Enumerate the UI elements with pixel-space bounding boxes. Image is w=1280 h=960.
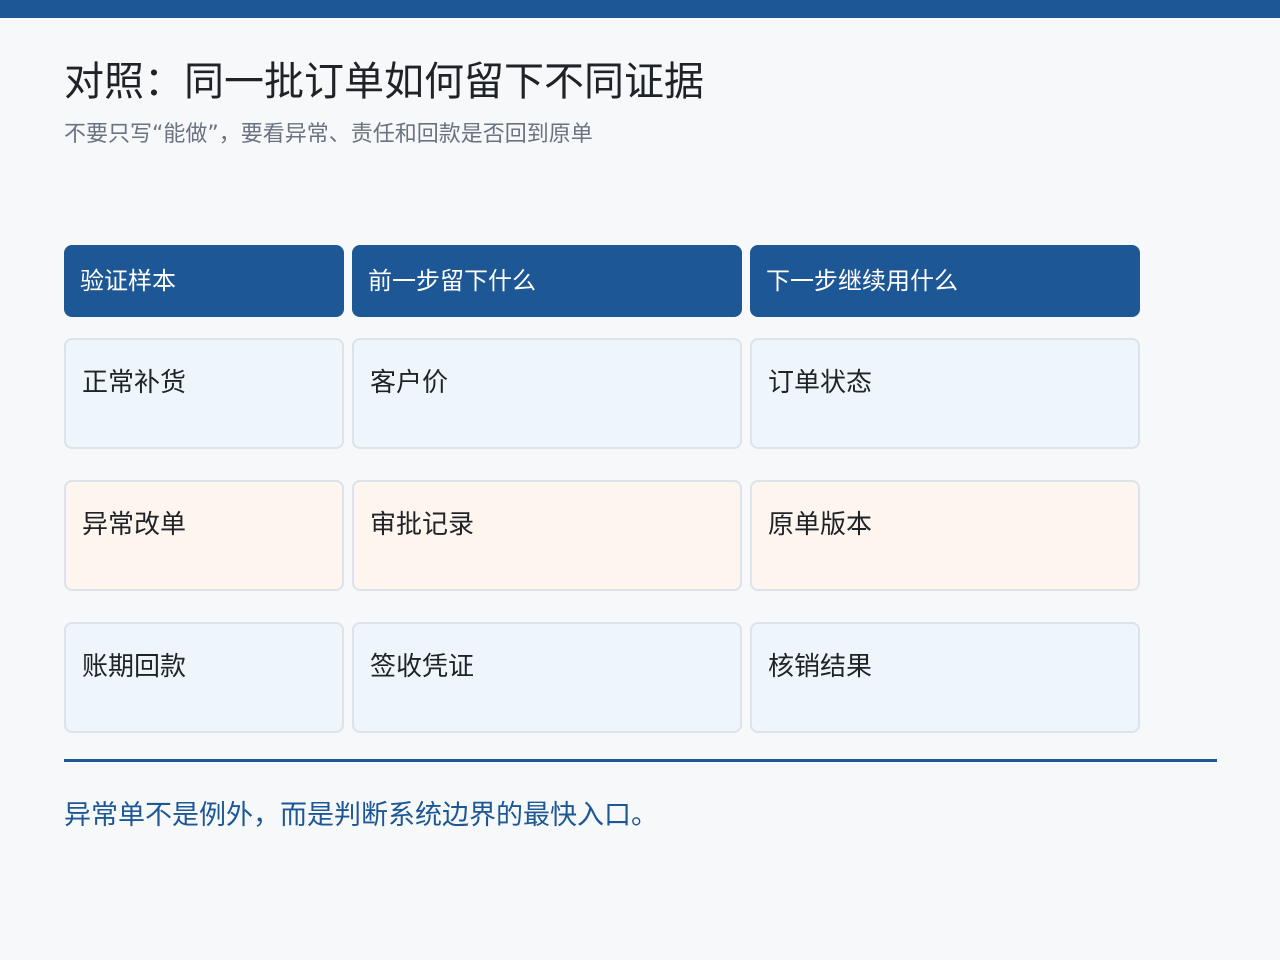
header-previous-step: 前一步留下什么: [352, 245, 742, 317]
table-cell: 账期回款: [64, 622, 344, 733]
table-cell: 原单版本: [750, 480, 1140, 591]
table-cell: 异常改单: [64, 480, 344, 591]
table-cell: 审批记录: [352, 480, 742, 591]
table-cell: 正常补货: [64, 338, 344, 449]
table-cell: 核销结果: [750, 622, 1140, 733]
header-sample: 验证样本: [64, 245, 344, 317]
page-title: 对照：同一批订单如何留下不同证据: [64, 59, 704, 105]
conclusion-text: 异常单不是例外，而是判断系统边界的最快入口。: [64, 800, 658, 831]
page-subtitle: 不要只写“能做”，要看异常、责任和回款是否回到原单: [64, 122, 593, 147]
table-cell: 客户价: [352, 338, 742, 449]
divider: [64, 759, 1217, 762]
table-cell: 签收凭证: [352, 622, 742, 733]
header-next-step: 下一步继续用什么: [750, 245, 1140, 317]
table-cell: 订单状态: [750, 338, 1140, 449]
top-accent-bar: [0, 0, 1280, 18]
slide: 对照：同一批订单如何留下不同证据 不要只写“能做”，要看异常、责任和回款是否回到…: [0, 0, 1280, 960]
